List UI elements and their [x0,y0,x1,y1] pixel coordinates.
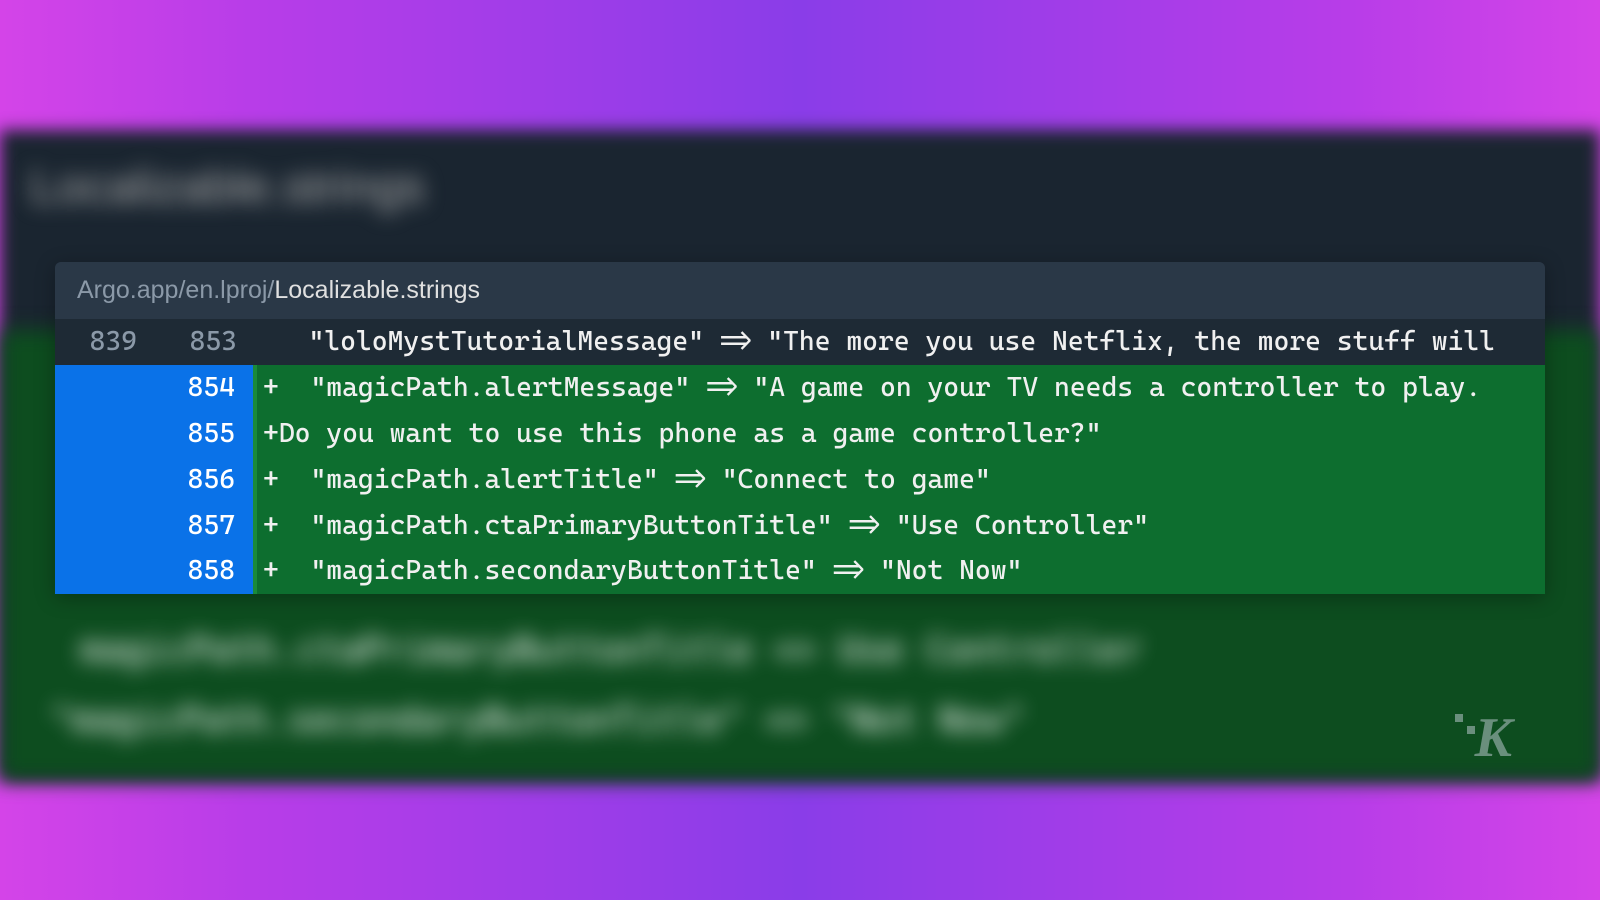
line-number-new: 855 [155,411,255,457]
blurred-code-line-2: "magicPath.secondaryButtonTitle" => "Not… [50,700,1025,741]
diff-row[interactable]: 839853 "loloMystTutorialMessage" => "The… [55,319,1545,365]
diff-row[interactable]: 854+ "magicPath.alertMessage" => "A game… [55,365,1545,411]
code-line[interactable]: "loloMystTutorialMessage" => "The more y… [255,319,1545,365]
code-line[interactable]: + "magicPath.alertMessage" => "A game on… [255,365,1545,411]
file-path-prefix: Argo.app/en.lproj/ [77,276,274,304]
line-number-old [55,457,155,503]
diff-row[interactable]: 856+ "magicPath.alertTitle" => "Connect … [55,457,1545,503]
line-number-old: 839 [55,319,155,365]
line-number-old [55,365,155,411]
line-number-old [55,411,155,457]
line-number-new: 858 [155,548,255,594]
line-number-new: 853 [155,319,255,365]
blurred-title: Localizable.strings [30,160,425,215]
line-number-new: 857 [155,503,255,549]
watermark-logo: K [1475,706,1510,770]
diff-table: 839853 "loloMystTutorialMessage" => "The… [55,319,1545,594]
diff-panel: Argo.app/en.lproj/Localizable.strings 83… [55,262,1545,594]
line-number-old [55,548,155,594]
code-line[interactable]: + "magicPath.alertTitle" => "Connect to … [255,457,1545,503]
blurred-code-line-1: magicPath.ctaPrimaryButtonTitle => Use C… [80,630,1142,671]
line-number-new: 856 [155,457,255,503]
line-number-old [55,503,155,549]
diff-row[interactable]: 858+ "magicPath.secondaryButtonTitle" =>… [55,548,1545,594]
code-line[interactable]: +Do you want to use this phone as a game… [255,411,1545,457]
code-line[interactable]: + "magicPath.secondaryButtonTitle" => "N… [255,548,1545,594]
code-line[interactable]: + "magicPath.ctaPrimaryButtonTitle" => "… [255,503,1545,549]
diff-row[interactable]: 857+ "magicPath.ctaPrimaryButtonTitle" =… [55,503,1545,549]
file-path-name: Localizable.strings [274,276,480,304]
diff-row[interactable]: 855+Do you want to use this phone as a g… [55,411,1545,457]
line-number-new: 854 [155,365,255,411]
file-path-header[interactable]: Argo.app/en.lproj/Localizable.strings [55,262,1545,319]
